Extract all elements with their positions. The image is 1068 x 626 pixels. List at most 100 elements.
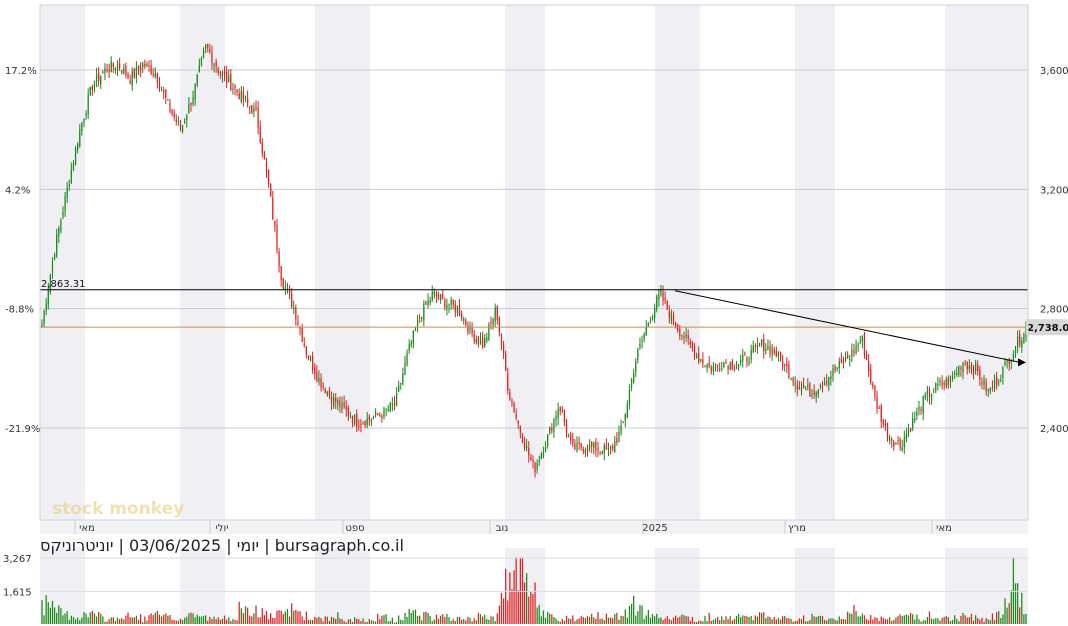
volume-bar [121, 618, 123, 624]
candle-body [528, 448, 530, 456]
candle-body [794, 383, 796, 386]
volume-bar [744, 615, 746, 624]
candle-body [901, 447, 903, 451]
volume-bar [502, 598, 505, 624]
volume-bar [662, 619, 664, 624]
volume-bar [599, 618, 601, 624]
volume-bar [710, 620, 712, 624]
candle-body [557, 409, 559, 419]
volume-bar [968, 617, 970, 624]
volume-bar [108, 619, 110, 624]
volume-bar [251, 616, 253, 624]
volume-bar [379, 619, 381, 624]
candle-body [427, 300, 429, 306]
candle-body [823, 381, 826, 386]
volume-bar [377, 613, 379, 624]
volume-bar [849, 613, 851, 624]
volume-bar [792, 621, 794, 624]
volume-bar [385, 614, 387, 624]
volume-bar [488, 619, 490, 624]
candle-body [574, 443, 576, 450]
volume-bar [368, 618, 370, 624]
volume-bar [370, 620, 373, 624]
candle-body [47, 289, 49, 305]
x-month-label: יולי [216, 523, 229, 534]
volume-bar [847, 611, 849, 624]
candle-body [716, 364, 719, 366]
candle-body [244, 97, 247, 99]
candle-body [662, 291, 664, 301]
volume-bar [553, 617, 555, 624]
volume-bar [616, 612, 618, 624]
volume-bar [754, 615, 756, 624]
volume-bar [731, 620, 733, 624]
candle-body [668, 311, 670, 319]
volume-bar [301, 616, 303, 624]
volume-bar [213, 616, 215, 624]
volume-bar [737, 613, 740, 624]
volume-bar [998, 611, 1000, 624]
x-month-label: מאי [936, 523, 952, 534]
candle-body [733, 368, 735, 370]
volume-bar [387, 621, 389, 624]
candle-body [844, 357, 847, 361]
candle-body [530, 457, 532, 461]
volume-bar [635, 615, 637, 624]
volume-bar [110, 617, 112, 624]
volume-bar [200, 616, 203, 624]
candle-body [513, 403, 515, 413]
volume-bar [442, 614, 444, 624]
candle-body [133, 69, 135, 78]
candle-body [261, 142, 263, 154]
candle-body [920, 408, 922, 411]
volume-bar [945, 616, 947, 624]
volume-bar [133, 617, 135, 624]
candle-body [110, 61, 112, 72]
volume-bar [809, 620, 811, 624]
volume-bar [614, 614, 616, 624]
candle-body [221, 72, 224, 77]
candle-body [905, 434, 908, 439]
volume-bar [77, 617, 79, 624]
volume-bar [914, 619, 916, 624]
volume-bar [312, 620, 314, 624]
candle-body [1021, 340, 1023, 348]
volume-bar [966, 617, 968, 624]
volume-bar [607, 617, 610, 624]
volume-bar [723, 619, 725, 624]
volume-bar [882, 617, 884, 624]
candle-body [444, 300, 446, 308]
volume-bar [964, 615, 966, 624]
candle-body [356, 413, 358, 427]
volume-bar [582, 617, 584, 624]
volume-bar [337, 612, 339, 624]
candle-body [895, 442, 897, 445]
volume-bar [196, 614, 198, 624]
volume-bar [305, 611, 307, 624]
candle-body [693, 346, 696, 357]
candle-body [935, 383, 937, 391]
volume-bar [872, 619, 874, 624]
candle-body [328, 390, 331, 396]
candle-body [228, 76, 230, 83]
volume-bar [540, 616, 542, 624]
volume-bar [158, 614, 161, 624]
candle-body [267, 169, 270, 185]
candle-body [727, 366, 729, 370]
volume-bar [395, 622, 398, 624]
volume-bar [421, 620, 423, 624]
candle-body [830, 376, 832, 380]
candle-body [761, 339, 763, 345]
volume-bar [719, 620, 721, 624]
candle-body [173, 113, 175, 118]
candle-body [192, 97, 194, 104]
candle-body [45, 303, 47, 311]
candle-body [152, 74, 154, 76]
candle-body [922, 396, 924, 414]
volume-bar [240, 608, 242, 624]
volume-bar [484, 614, 486, 624]
candle-body [654, 308, 656, 319]
candle-body [656, 296, 658, 310]
candle-body [941, 382, 943, 386]
candle-body [842, 360, 845, 364]
